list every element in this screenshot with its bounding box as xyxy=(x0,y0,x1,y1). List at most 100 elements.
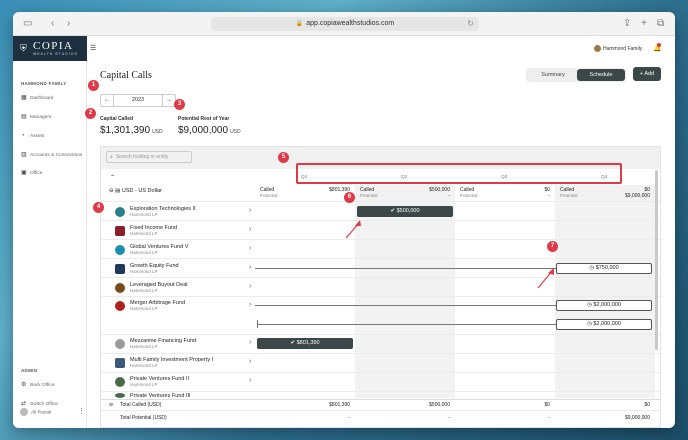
total-potential-q2: - xyxy=(448,415,450,421)
timeline-line xyxy=(255,305,556,306)
prev-year-button[interactable]: ← xyxy=(101,95,114,106)
timeline-line xyxy=(255,268,556,269)
annotation-badge-1: 1 xyxy=(88,80,99,91)
notification-dot xyxy=(657,43,661,47)
fund-logo xyxy=(115,245,125,255)
total-potential-q4: $9,000,000 xyxy=(624,415,650,421)
search-input[interactable]: ⌕ Search holding or entity xyxy=(106,151,192,163)
fund-logo xyxy=(115,283,125,293)
q3-potential-value: - xyxy=(548,193,550,199)
fund-entity: Hammond LP xyxy=(130,306,158,311)
q4-potential-label: Potential xyxy=(560,193,578,198)
expand-chevron-icon[interactable]: › xyxy=(249,377,251,384)
scheduled-call-pill[interactable]: ◷ $2,000,000 xyxy=(556,300,652,311)
capital-called-label: Capital Called xyxy=(100,116,134,122)
fund-entity: Hammond LP xyxy=(130,212,158,217)
collapse-all-icon[interactable]: ⌃ xyxy=(110,174,115,181)
browser-toolbar: ▭ ‹ › 🔒 app.copiawealthstudios.com ↻ ⇪ + … xyxy=(13,12,675,36)
fund-logo xyxy=(115,377,125,387)
scheduled-call-pill[interactable]: ◷ $2,000,000 xyxy=(556,319,652,330)
family-switcher[interactable]: Hammond Family xyxy=(594,45,642,52)
user-menu[interactable]: Ali Razak ⋮ xyxy=(20,408,85,417)
add-button[interactable]: + Add xyxy=(633,67,661,81)
q2-potential-value: - xyxy=(448,193,450,199)
expand-chevron-icon[interactable]: › xyxy=(249,358,251,365)
share-icon[interactable]: ⇪ xyxy=(623,18,631,30)
fund-logo xyxy=(115,393,125,398)
more-icon[interactable]: ⋮ xyxy=(78,408,85,416)
q2-potential-label: Potential xyxy=(360,193,378,198)
annotation-badge-6: 6 xyxy=(344,192,355,203)
totals-toggle-icon[interactable]: ⊖ xyxy=(109,402,113,408)
expand-chevron-icon[interactable]: › xyxy=(249,339,251,346)
fund-entity: Hammond LP xyxy=(130,250,158,255)
sidebar-item-managers[interactable]: ▤ Managers xyxy=(21,113,51,122)
fund-logo xyxy=(115,226,125,236)
flag-icon: ▤ xyxy=(115,188,122,194)
year-value: 2023 xyxy=(131,97,145,103)
brand-sub: WEALTH STUDIOS xyxy=(33,52,78,56)
logo-mark-icon: ⛨ xyxy=(20,43,27,53)
expand-chevron-icon[interactable]: › xyxy=(249,283,251,290)
scheduled-call-pill[interactable]: ◷ $750,000 xyxy=(556,263,652,274)
annotation-badge-3: 3 xyxy=(174,99,185,110)
fund-logo xyxy=(115,358,125,368)
folder-icon: ▤ xyxy=(21,114,27,120)
annotation-badge-2: 2 xyxy=(85,108,96,119)
capital-call-pill[interactable]: ✔ $500,000 xyxy=(357,206,453,217)
sidebar-item-office[interactable]: ▣ Office xyxy=(21,169,42,178)
tabs-overview-icon[interactable]: ⧉ xyxy=(657,18,664,30)
q4-potential-value: $9,000,000 xyxy=(624,193,650,199)
back-icon[interactable]: ‹ xyxy=(51,18,54,30)
address-bar[interactable]: 🔒 app.copiawealthstudios.com ↻ xyxy=(211,17,479,31)
capital-called-value: $1,301,390 USD xyxy=(100,125,163,136)
total-called-q3: $0 xyxy=(544,402,550,408)
forward-icon[interactable]: › xyxy=(67,18,70,30)
quarters-highlight-box xyxy=(296,163,622,184)
potential-value: $9,000,000 USD xyxy=(178,125,241,136)
fund-entity: Hammond LP xyxy=(130,382,158,387)
year-selector: ← 2023 → xyxy=(100,94,176,107)
sidebar-item-accounts[interactable]: ▥ Accounts & Connections xyxy=(21,151,82,160)
search-icon: ⌕ xyxy=(110,154,113,160)
annotation-badge-4: 4 xyxy=(93,202,104,213)
logo[interactable]: ⛨ COPIA WEALTH STUDIOS xyxy=(13,36,87,61)
annotation-badge-7: 7 xyxy=(547,241,558,252)
expand-chevron-icon[interactable]: › xyxy=(249,207,251,214)
table-row[interactable] xyxy=(101,221,660,240)
capital-call-pill[interactable]: ✔ $801,390 xyxy=(257,338,353,349)
expand-chevron-icon[interactable]: › xyxy=(249,226,251,233)
expand-chevron-icon[interactable]: › xyxy=(249,264,251,271)
bank-icon: ▥ xyxy=(21,152,27,158)
page-title: Capital Calls xyxy=(100,70,152,81)
sidebar-item-back-office[interactable]: ⚙ Back Office xyxy=(21,381,54,390)
vertical-scrollbar[interactable] xyxy=(655,170,658,350)
tab-schedule[interactable]: Schedule xyxy=(577,69,625,81)
grid-icon: ▦ xyxy=(21,95,27,101)
fund-entity: Hammond LP xyxy=(130,344,158,349)
total-potential-q3: - xyxy=(548,415,550,421)
brand-name: COPIA xyxy=(33,40,74,52)
q3-potential-label: Potential xyxy=(460,193,478,198)
currency-group-label[interactable]: ⊖ ▤ USD - US Dollar xyxy=(109,188,162,194)
sidebar-item-assets[interactable]: ◔ Assets xyxy=(21,132,44,141)
total-called-q4: $0 xyxy=(644,402,650,408)
menu-toggle-icon[interactable]: ☰ xyxy=(90,44,96,52)
notifications-icon[interactable]: 🔔 xyxy=(653,43,662,52)
fund-logo xyxy=(115,264,125,274)
sidebar-toggle-icon[interactable]: ▭ xyxy=(23,18,32,30)
reload-icon[interactable]: ↻ xyxy=(467,17,474,31)
tab-summary[interactable]: Summary xyxy=(530,68,576,82)
office-icon: ▣ xyxy=(21,170,27,176)
avatar xyxy=(20,408,28,416)
fund-entity: Hammond LP xyxy=(130,288,158,293)
sidebar-item-dashboard[interactable]: ▦ Dashboard xyxy=(21,94,53,103)
expand-chevron-icon[interactable]: › xyxy=(249,245,251,252)
annotation-badge-5: 5 xyxy=(278,152,289,163)
timeline-start-tick xyxy=(257,320,258,328)
expand-chevron-icon[interactable]: › xyxy=(249,301,251,308)
fund-logo xyxy=(115,301,125,311)
new-tab-icon[interactable]: + xyxy=(641,18,647,30)
admin-heading: ADMIN xyxy=(21,368,38,373)
fund-entity: Hammond LP xyxy=(130,231,158,236)
